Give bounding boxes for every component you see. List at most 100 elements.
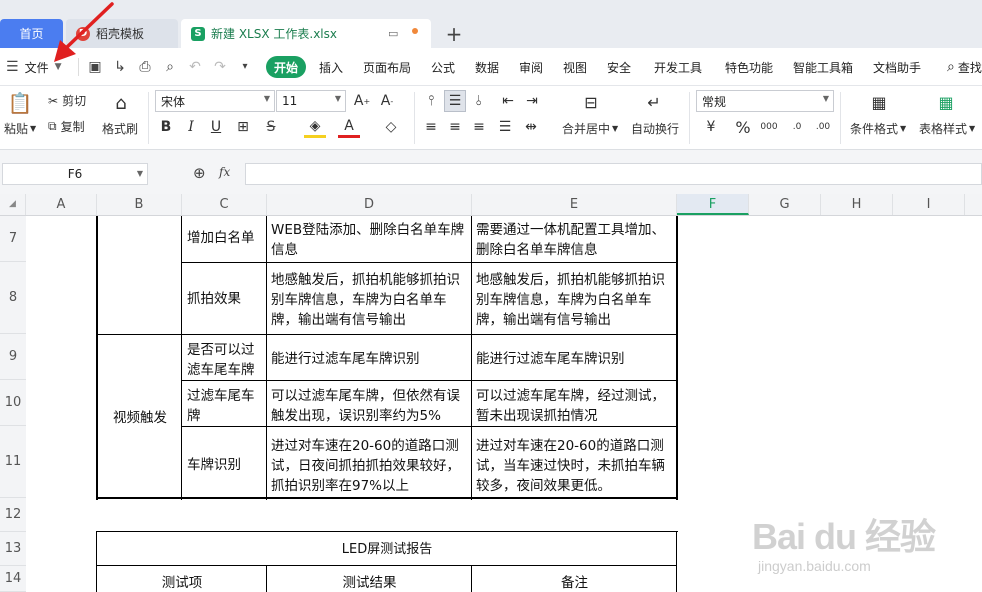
- cell-c11[interactable]: 车牌识别: [183, 453, 267, 477]
- menu-review[interactable]: 审阅: [519, 48, 543, 86]
- merge-center-button[interactable]: 合并居中 ▼: [562, 120, 618, 137]
- cell-d7[interactable]: WEB登陆添加、删除白名单车牌信息: [267, 218, 472, 262]
- align-right-icon[interactable]: ≡: [468, 116, 490, 138]
- menu-security[interactable]: 安全: [607, 48, 631, 86]
- print-icon[interactable]: ⎙: [136, 58, 154, 76]
- cell-c8[interactable]: 抓拍效果: [183, 287, 267, 311]
- fill-color-icon[interactable]: ◈: [304, 116, 326, 138]
- column-header-e[interactable]: E: [472, 194, 677, 215]
- decrease-indent-icon[interactable]: ⇤: [497, 90, 519, 112]
- tab-active-workbook[interactable]: S 新建 XLSX 工作表.xlsx ▭: [181, 19, 431, 48]
- conditional-format-button[interactable]: 条件格式 ▼: [850, 120, 906, 137]
- menu-view[interactable]: 视图: [563, 48, 587, 86]
- increase-font-icon[interactable]: A +: [351, 90, 373, 112]
- menu-developer[interactable]: 开发工具: [654, 48, 702, 86]
- row-header-10[interactable]: 10: [0, 380, 26, 426]
- cell-e9[interactable]: 能进行过滤车尾车牌识别: [472, 347, 677, 371]
- customize-toolbar-icon[interactable]: ▾: [236, 58, 254, 76]
- conditional-format-icon[interactable]: ▦: [866, 90, 892, 114]
- font-color-icon[interactable]: A: [338, 116, 360, 138]
- merge-icon[interactable]: ⊟: [578, 90, 604, 114]
- cell-d11[interactable]: 进过对车速在20-60的道路口测试，日夜间抓拍抓拍效果较好，抓拍识别率在97%以…: [267, 434, 472, 498]
- italic-icon[interactable]: I: [180, 116, 202, 138]
- column-header-h[interactable]: H: [821, 194, 893, 215]
- cell-b14-test-item[interactable]: 测试项: [97, 571, 267, 592]
- copy-button[interactable]: ⧉ 复制: [48, 118, 85, 135]
- increase-indent-icon[interactable]: ⇥: [521, 90, 543, 112]
- table-style-icon[interactable]: ▦: [933, 90, 959, 114]
- select-all-corner[interactable]: ◢: [0, 194, 26, 215]
- distributed-icon[interactable]: ⇹: [520, 116, 542, 138]
- column-header-a[interactable]: A: [26, 194, 97, 215]
- column-header-d[interactable]: D: [267, 194, 472, 215]
- redo-icon[interactable]: ↷: [211, 58, 229, 76]
- align-left-icon[interactable]: ≡: [420, 116, 442, 138]
- search-button[interactable]: ⌕ 查找: [947, 48, 982, 86]
- justify-icon[interactable]: ☰: [494, 116, 516, 138]
- row-header-14[interactable]: 14: [0, 566, 26, 592]
- font-size-select[interactable]: 11 ▼: [276, 90, 346, 112]
- menu-page-layout[interactable]: 页面布局: [363, 48, 411, 86]
- cell-e7[interactable]: 需要通过一体机配置工具增加、删除白名单车牌信息: [472, 218, 677, 262]
- cell-d8[interactable]: 地感触发后，抓拍机能够抓拍识别车牌信息，车牌为白名单车牌，输出端有信号输出: [267, 268, 472, 332]
- undo-icon[interactable]: ↶: [186, 58, 204, 76]
- bold-icon[interactable]: B: [155, 116, 177, 138]
- decrease-font-icon[interactable]: A-: [376, 90, 398, 112]
- cell-d9[interactable]: 能进行过滤车尾车牌识别: [267, 347, 472, 371]
- cell-d10[interactable]: 可以过滤车尾车牌，但依然有误触发出现，误识别率约为5%: [267, 384, 472, 428]
- menu-doc-assistant[interactable]: 文档助手: [873, 48, 921, 86]
- menu-data[interactable]: 数据: [475, 48, 499, 86]
- strikethrough-icon[interactable]: S: [260, 116, 282, 138]
- row-header-7[interactable]: 7: [0, 216, 26, 262]
- cell-e11[interactable]: 进过对车速在20-60的道路口测试，当车速过快时，未抓拍车辆较多，夜间效果更低。: [472, 434, 677, 498]
- zoom-lookup-icon[interactable]: ⊕: [193, 164, 206, 182]
- format-painter-button[interactable]: 格式刷: [102, 120, 138, 137]
- font-name-select[interactable]: 宋体 ▼: [155, 90, 275, 112]
- column-header-i[interactable]: I: [893, 194, 965, 215]
- monitor-icon[interactable]: ▭: [388, 27, 398, 40]
- row-header-8[interactable]: 8: [0, 262, 26, 334]
- wrap-text-button[interactable]: 自动换行: [631, 120, 679, 137]
- align-middle-icon[interactable]: ☰: [444, 90, 466, 112]
- column-header-g[interactable]: G: [749, 194, 821, 215]
- align-top-icon[interactable]: ⫯: [420, 90, 442, 112]
- currency-icon[interactable]: ¥: [700, 116, 722, 138]
- align-center-icon[interactable]: ≡: [444, 116, 466, 138]
- menu-smart-toolbox[interactable]: 智能工具箱: [793, 48, 853, 86]
- paste-icon[interactable]: 📋: [7, 90, 33, 116]
- menu-insert[interactable]: 插入: [319, 48, 343, 86]
- formula-input[interactable]: [245, 163, 982, 185]
- increase-decimal-icon[interactable]: .0: [786, 116, 808, 138]
- print-preview-icon[interactable]: ⌕: [161, 58, 179, 76]
- percent-icon[interactable]: %: [732, 116, 754, 138]
- column-header-c[interactable]: C: [182, 194, 267, 215]
- cut-button[interactable]: ✂ 剪切: [48, 92, 86, 109]
- menu-formulas[interactable]: 公式: [431, 48, 455, 86]
- cell-e10[interactable]: 可以过滤车尾车牌，经过测试，暂未出现误抓拍情况: [472, 384, 677, 428]
- row-header-13[interactable]: 13: [0, 532, 26, 566]
- function-button[interactable]: fx: [219, 165, 230, 179]
- wrap-text-icon[interactable]: ↵: [641, 90, 667, 114]
- align-bottom-icon[interactable]: ⫰: [468, 90, 490, 112]
- borders-icon[interactable]: ⊞: [232, 116, 254, 138]
- underline-icon[interactable]: U: [205, 116, 227, 138]
- row-header-12[interactable]: 12: [0, 498, 26, 532]
- column-header-f-selected[interactable]: F: [677, 194, 749, 215]
- thousands-icon[interactable]: 000: [758, 116, 780, 138]
- format-painter-icon[interactable]: ⌂: [108, 90, 134, 116]
- column-header-b[interactable]: B: [97, 194, 182, 215]
- cell-b13-led-title[interactable]: LED屏测试报告: [97, 538, 677, 562]
- cell-e14-notes[interactable]: 备注: [472, 571, 677, 592]
- decrease-decimal-icon[interactable]: .00: [812, 116, 834, 138]
- table-style-button[interactable]: 表格样式 ▼: [919, 120, 975, 137]
- clear-format-icon[interactable]: ◇: [380, 116, 402, 138]
- name-box[interactable]: F6 ▼: [2, 163, 148, 185]
- cell-c9[interactable]: 是否可以过滤车尾车牌: [183, 338, 267, 382]
- cell-c10[interactable]: 过滤车尾车牌: [183, 384, 267, 428]
- cell-c7[interactable]: 增加白名单: [183, 226, 267, 250]
- menu-home-ribbon[interactable]: 开始: [266, 56, 307, 78]
- row-header-11[interactable]: 11: [0, 426, 26, 498]
- cell-e8[interactable]: 地感触发后，抓拍机能够抓拍识别车牌信息，车牌为白名单车牌，输出端有信号输出: [472, 268, 677, 332]
- cell-b9-b11-merged[interactable]: 视频触发: [97, 406, 183, 430]
- number-format-select[interactable]: 常规 ▼: [696, 90, 834, 112]
